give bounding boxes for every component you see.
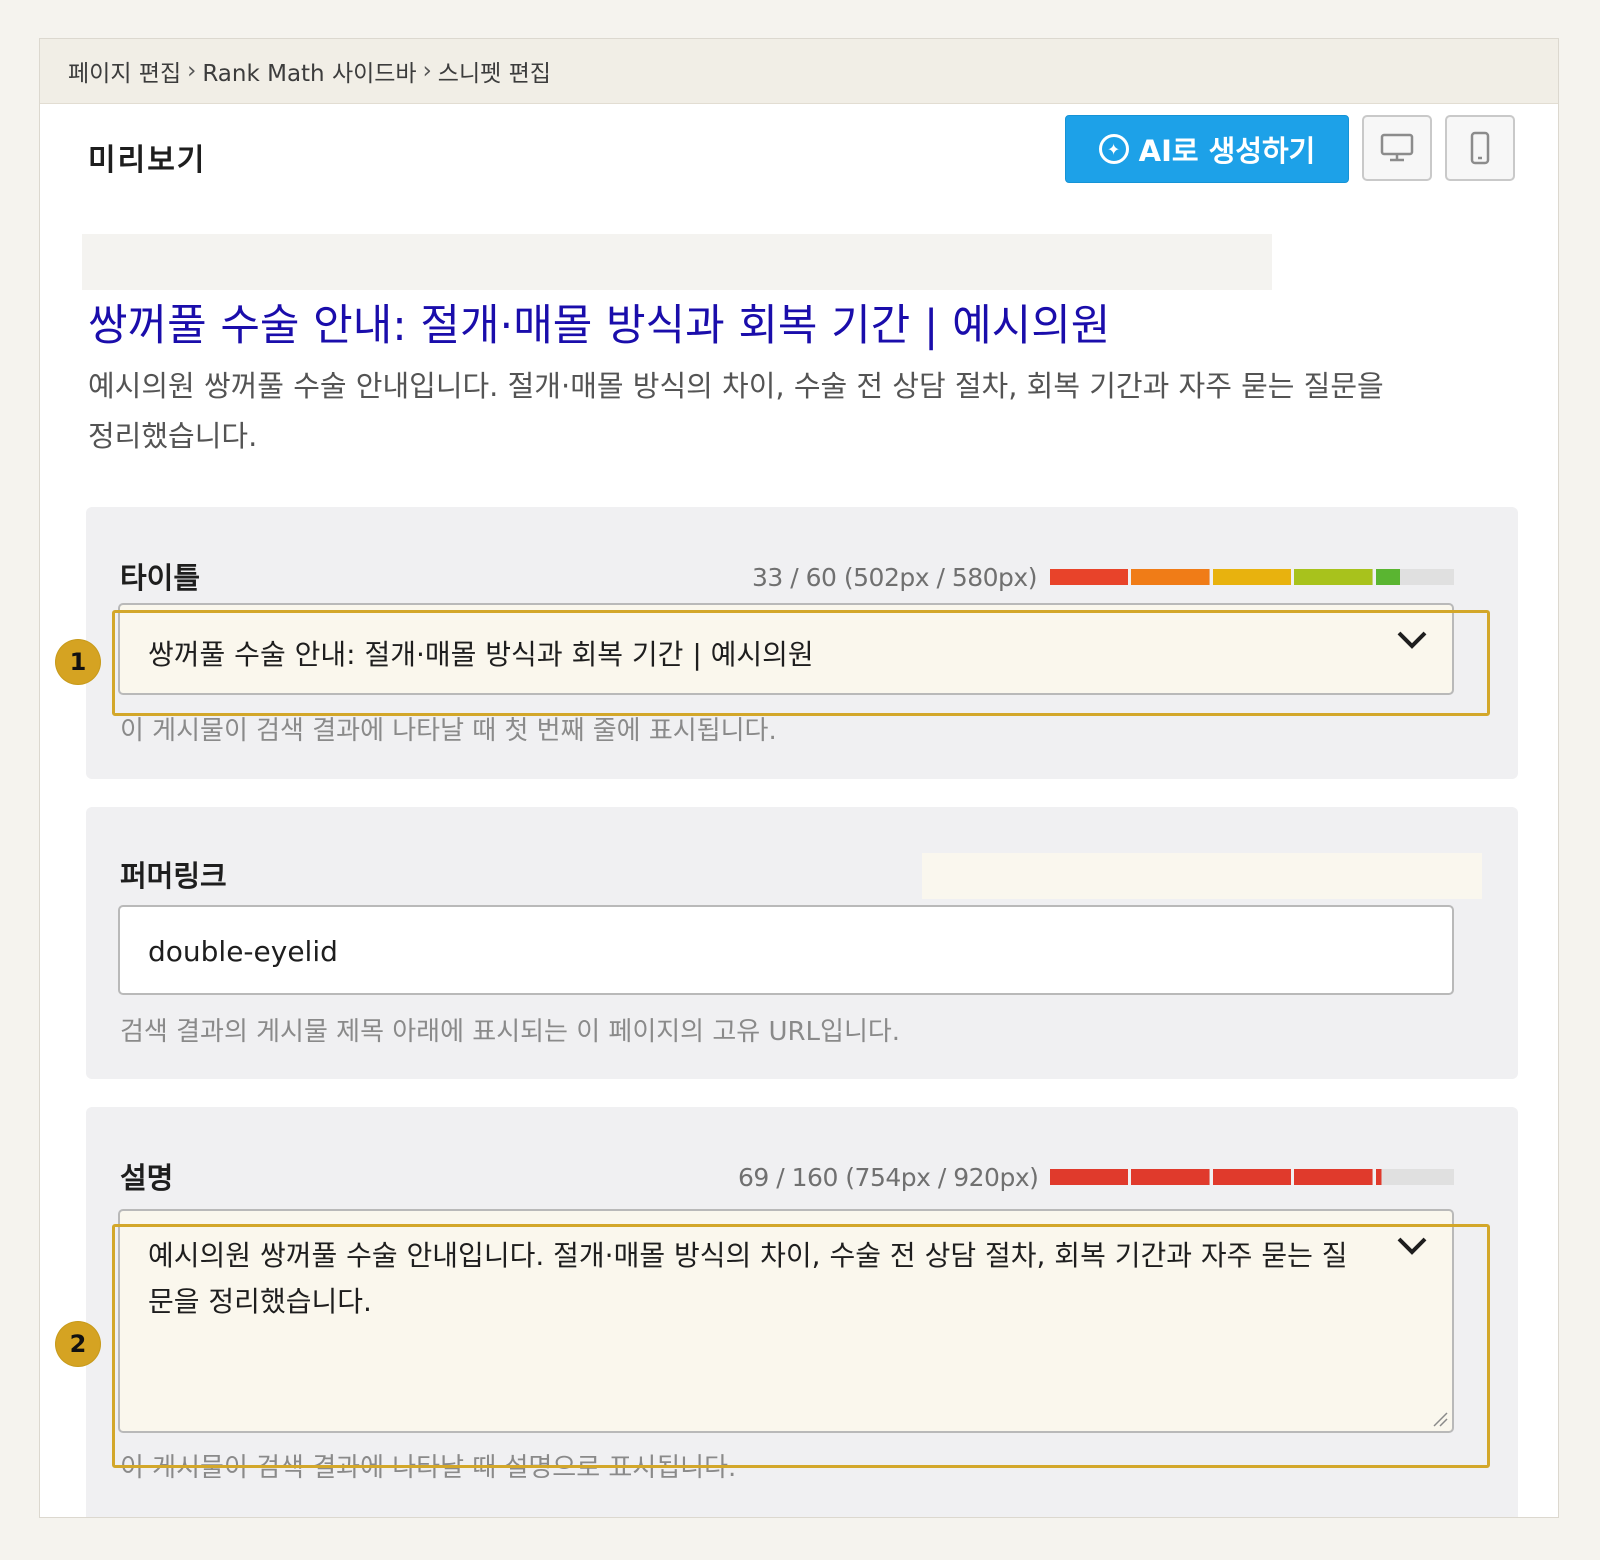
description-char-counter: 69 / 160 (754px / 920px) [738, 1163, 1039, 1192]
ai-generate-button[interactable]: ✦ AI로 생성하기 [1065, 115, 1349, 183]
meter-segment [1131, 1169, 1210, 1185]
meter-segment [1294, 569, 1373, 585]
desktop-icon [1380, 133, 1414, 162]
title-field-label: 타이틀 [120, 561, 201, 595]
callout-badge-2: 2 [56, 1322, 100, 1366]
ai-generate-label: AI로 생성하기 [1138, 134, 1316, 168]
decorative-strip [922, 853, 1482, 899]
meter-segment [1375, 569, 1454, 585]
permalink-input[interactable]: double-eyelid [118, 905, 1454, 995]
breadcrumb-item-page-edit[interactable]: 페이지 편집 [68, 54, 181, 88]
permalink-input-value: double-eyelid [148, 935, 338, 968]
permalink-field-label: 퍼머링크 [120, 859, 227, 893]
title-input[interactable]: 쌍꺼풀 수술 안내: 절개·매몰 방식과 회복 기간 | 예시의원 [118, 603, 1454, 695]
meter-segment [1050, 1169, 1129, 1185]
meter-segment [1131, 569, 1210, 585]
meter-segment [1050, 569, 1129, 585]
mobile-preview-button[interactable] [1445, 115, 1515, 181]
breadcrumb: 페이지 편집 › Rank Math 사이드바 › 스니펫 편집 [40, 39, 1558, 104]
breadcrumb-separator: › [422, 58, 432, 84]
mobile-icon [1470, 131, 1490, 165]
resize-handle-icon[interactable] [1430, 1409, 1448, 1427]
breadcrumb-item-snippet-edit: 스니펫 편집 [437, 61, 551, 87]
description-panel: 설명 69 / 160 (754px / 920px) 예시의원 쌍꺼풀 수술 … [86, 1107, 1518, 1517]
permalink-panel: 퍼머링크 double-eyelid 검색 결과의 게시물 제목 아래에 표시되… [86, 807, 1518, 1079]
meter-segment [1212, 569, 1292, 585]
serp-preview-description: 예시의원 쌍꺼풀 수술 안내입니다. 절개·매몰 방식의 차이, 수술 전 상담… [88, 369, 1384, 453]
description-length-meter [1050, 1169, 1454, 1185]
title-help-text: 이 게시물이 검색 결과에 나타날 때 첫 번째 줄에 표시됩니다. [120, 716, 777, 746]
meter-segment [1294, 1169, 1373, 1185]
snippet-editor-window: 페이지 편집 › Rank Math 사이드바 › 스니펫 편집 미리보기 ✦ … [39, 38, 1559, 1518]
breadcrumb-separator: › [187, 58, 197, 84]
chevron-down-icon[interactable] [1396, 1235, 1428, 1257]
description-field-label: 설명 [120, 1161, 174, 1195]
description-help-text: 이 게시물이 검색 결과에 나타날 때 설명으로 표시됩니다. [120, 1453, 737, 1483]
title-length-meter [1050, 569, 1454, 585]
desktop-preview-button[interactable] [1362, 115, 1432, 181]
url-placeholder-strip [82, 234, 1272, 290]
permalink-help-text: 검색 결과의 게시물 제목 아래에 표시되는 이 페이지의 고유 URL입니다. [120, 1017, 901, 1047]
meter-segment [1375, 1169, 1454, 1185]
description-textarea-value: 예시의원 쌍꺼풀 수술 안내입니다. 절개·매몰 방식의 차이, 수술 전 상담… [148, 1239, 1348, 1318]
chevron-down-icon[interactable] [1396, 629, 1428, 651]
callout-badge-1: 1 [56, 640, 100, 684]
preview-heading: 미리보기 [88, 143, 207, 178]
ai-sparkle-icon: ✦ [1098, 134, 1129, 164]
title-panel: 타이틀 33 / 60 (502px / 580px) 쌍꺼풀 수술 안내: 절… [86, 507, 1518, 779]
breadcrumb-item-rank-math[interactable]: Rank Math 사이드바 [202, 54, 416, 88]
serp-preview-title: 쌍꺼풀 수술 안내: 절개·매몰 방식과 회복 기간 | 예시의원 [88, 301, 1111, 351]
title-input-value: 쌍꺼풀 수술 안내: 절개·매몰 방식과 회복 기간 | 예시의원 [148, 638, 814, 671]
meter-segment [1212, 1169, 1292, 1185]
description-textarea[interactable]: 예시의원 쌍꺼풀 수술 안내입니다. 절개·매몰 방식의 차이, 수술 전 상담… [118, 1209, 1454, 1433]
title-char-counter: 33 / 60 (502px / 580px) [752, 563, 1037, 592]
